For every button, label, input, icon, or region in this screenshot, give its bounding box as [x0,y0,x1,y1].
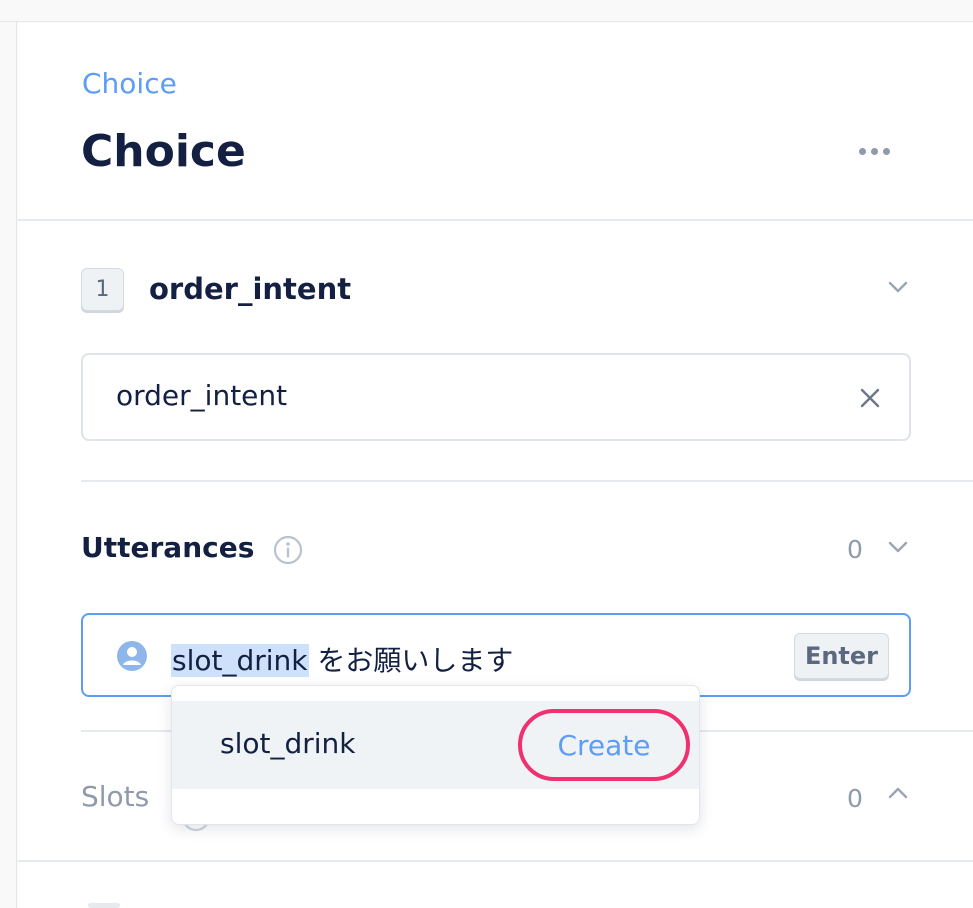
slot-suggestion-label: slot_drink [220,727,356,760]
more-options-icon[interactable] [854,141,894,161]
top-bar [0,0,973,22]
chevron-up-icon[interactable] [888,783,908,803]
choice-panel: Choice Choice 1 order_intent order_inten… [18,23,973,908]
intent-input-value: order_intent [116,379,288,412]
slots-count: 0 [847,784,863,813]
user-icon [116,640,148,672]
enter-button[interactable]: Enter [794,633,889,679]
close-icon[interactable] [858,386,882,410]
step-number-badge: 1 [81,268,124,311]
breadcrumb[interactable]: Choice [82,67,177,100]
slot-suggestion-dropdown: slot_drink Create [171,685,700,825]
slot-token[interactable]: slot_drink [171,644,309,677]
chevron-down-icon[interactable] [888,277,908,297]
slots-divider [18,860,973,862]
header-divider [18,219,973,221]
info-icon[interactable] [272,534,304,566]
intent-title: order_intent [149,272,352,306]
utterance-rest-text: をお願いします [308,644,514,677]
slot-suggestion-item[interactable]: slot_drink Create [172,701,699,789]
next-section-stub [88,903,120,908]
intent-name-input[interactable]: order_intent [81,353,911,441]
slots-title: Slots [81,780,150,813]
page-title: Choice [81,126,246,177]
chevron-down-icon[interactable] [888,537,908,557]
utterances-count: 0 [847,535,863,564]
utterances-title: Utterances [81,531,255,564]
intent-divider [81,480,973,482]
create-slot-button[interactable]: Create [518,709,690,781]
left-rail [0,22,17,908]
utterance-text: slot_drink をお願いします [171,639,513,679]
